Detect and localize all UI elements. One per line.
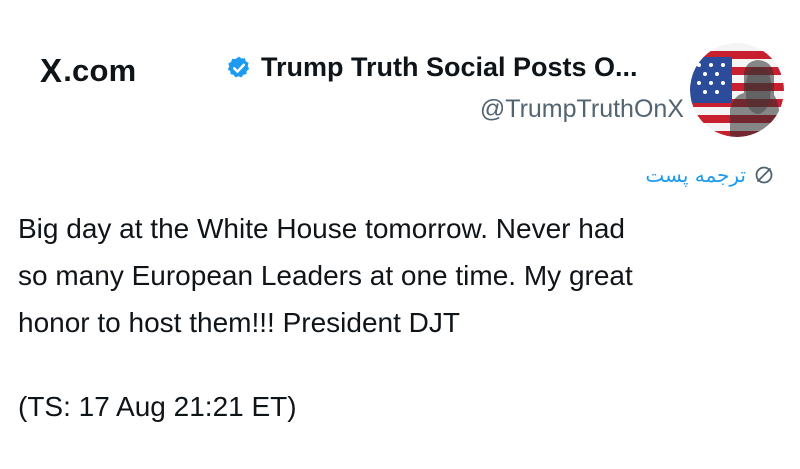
brand-domain: .com bbox=[63, 53, 137, 88]
verified-badge-icon bbox=[227, 56, 250, 77]
avatar-image bbox=[690, 43, 784, 137]
translate-post-link[interactable]: ترجمه پست bbox=[645, 163, 774, 187]
brand-logo[interactable]: X .com bbox=[40, 52, 136, 90]
avatar[interactable] bbox=[690, 43, 784, 137]
author-name-row[interactable]: Trump Truth Social Posts O... bbox=[226, 52, 682, 83]
translate-globe-icon bbox=[755, 166, 773, 184]
translate-post-label: ترجمه پست bbox=[645, 163, 746, 187]
post-text: Big day at the White House tomorrow. Nev… bbox=[18, 213, 633, 338]
x-logo-icon: X bbox=[40, 52, 63, 89]
author-handle[interactable]: @TrumpTruthOnX bbox=[480, 95, 684, 124]
author-display-name: Trump Truth Social Posts O... bbox=[261, 52, 638, 82]
post-card: X .com Trump Truth Social Posts O... @Tru… bbox=[0, 0, 800, 469]
post-timestamp: (TS: 17 Aug 21:21 ET) bbox=[18, 391, 297, 422]
